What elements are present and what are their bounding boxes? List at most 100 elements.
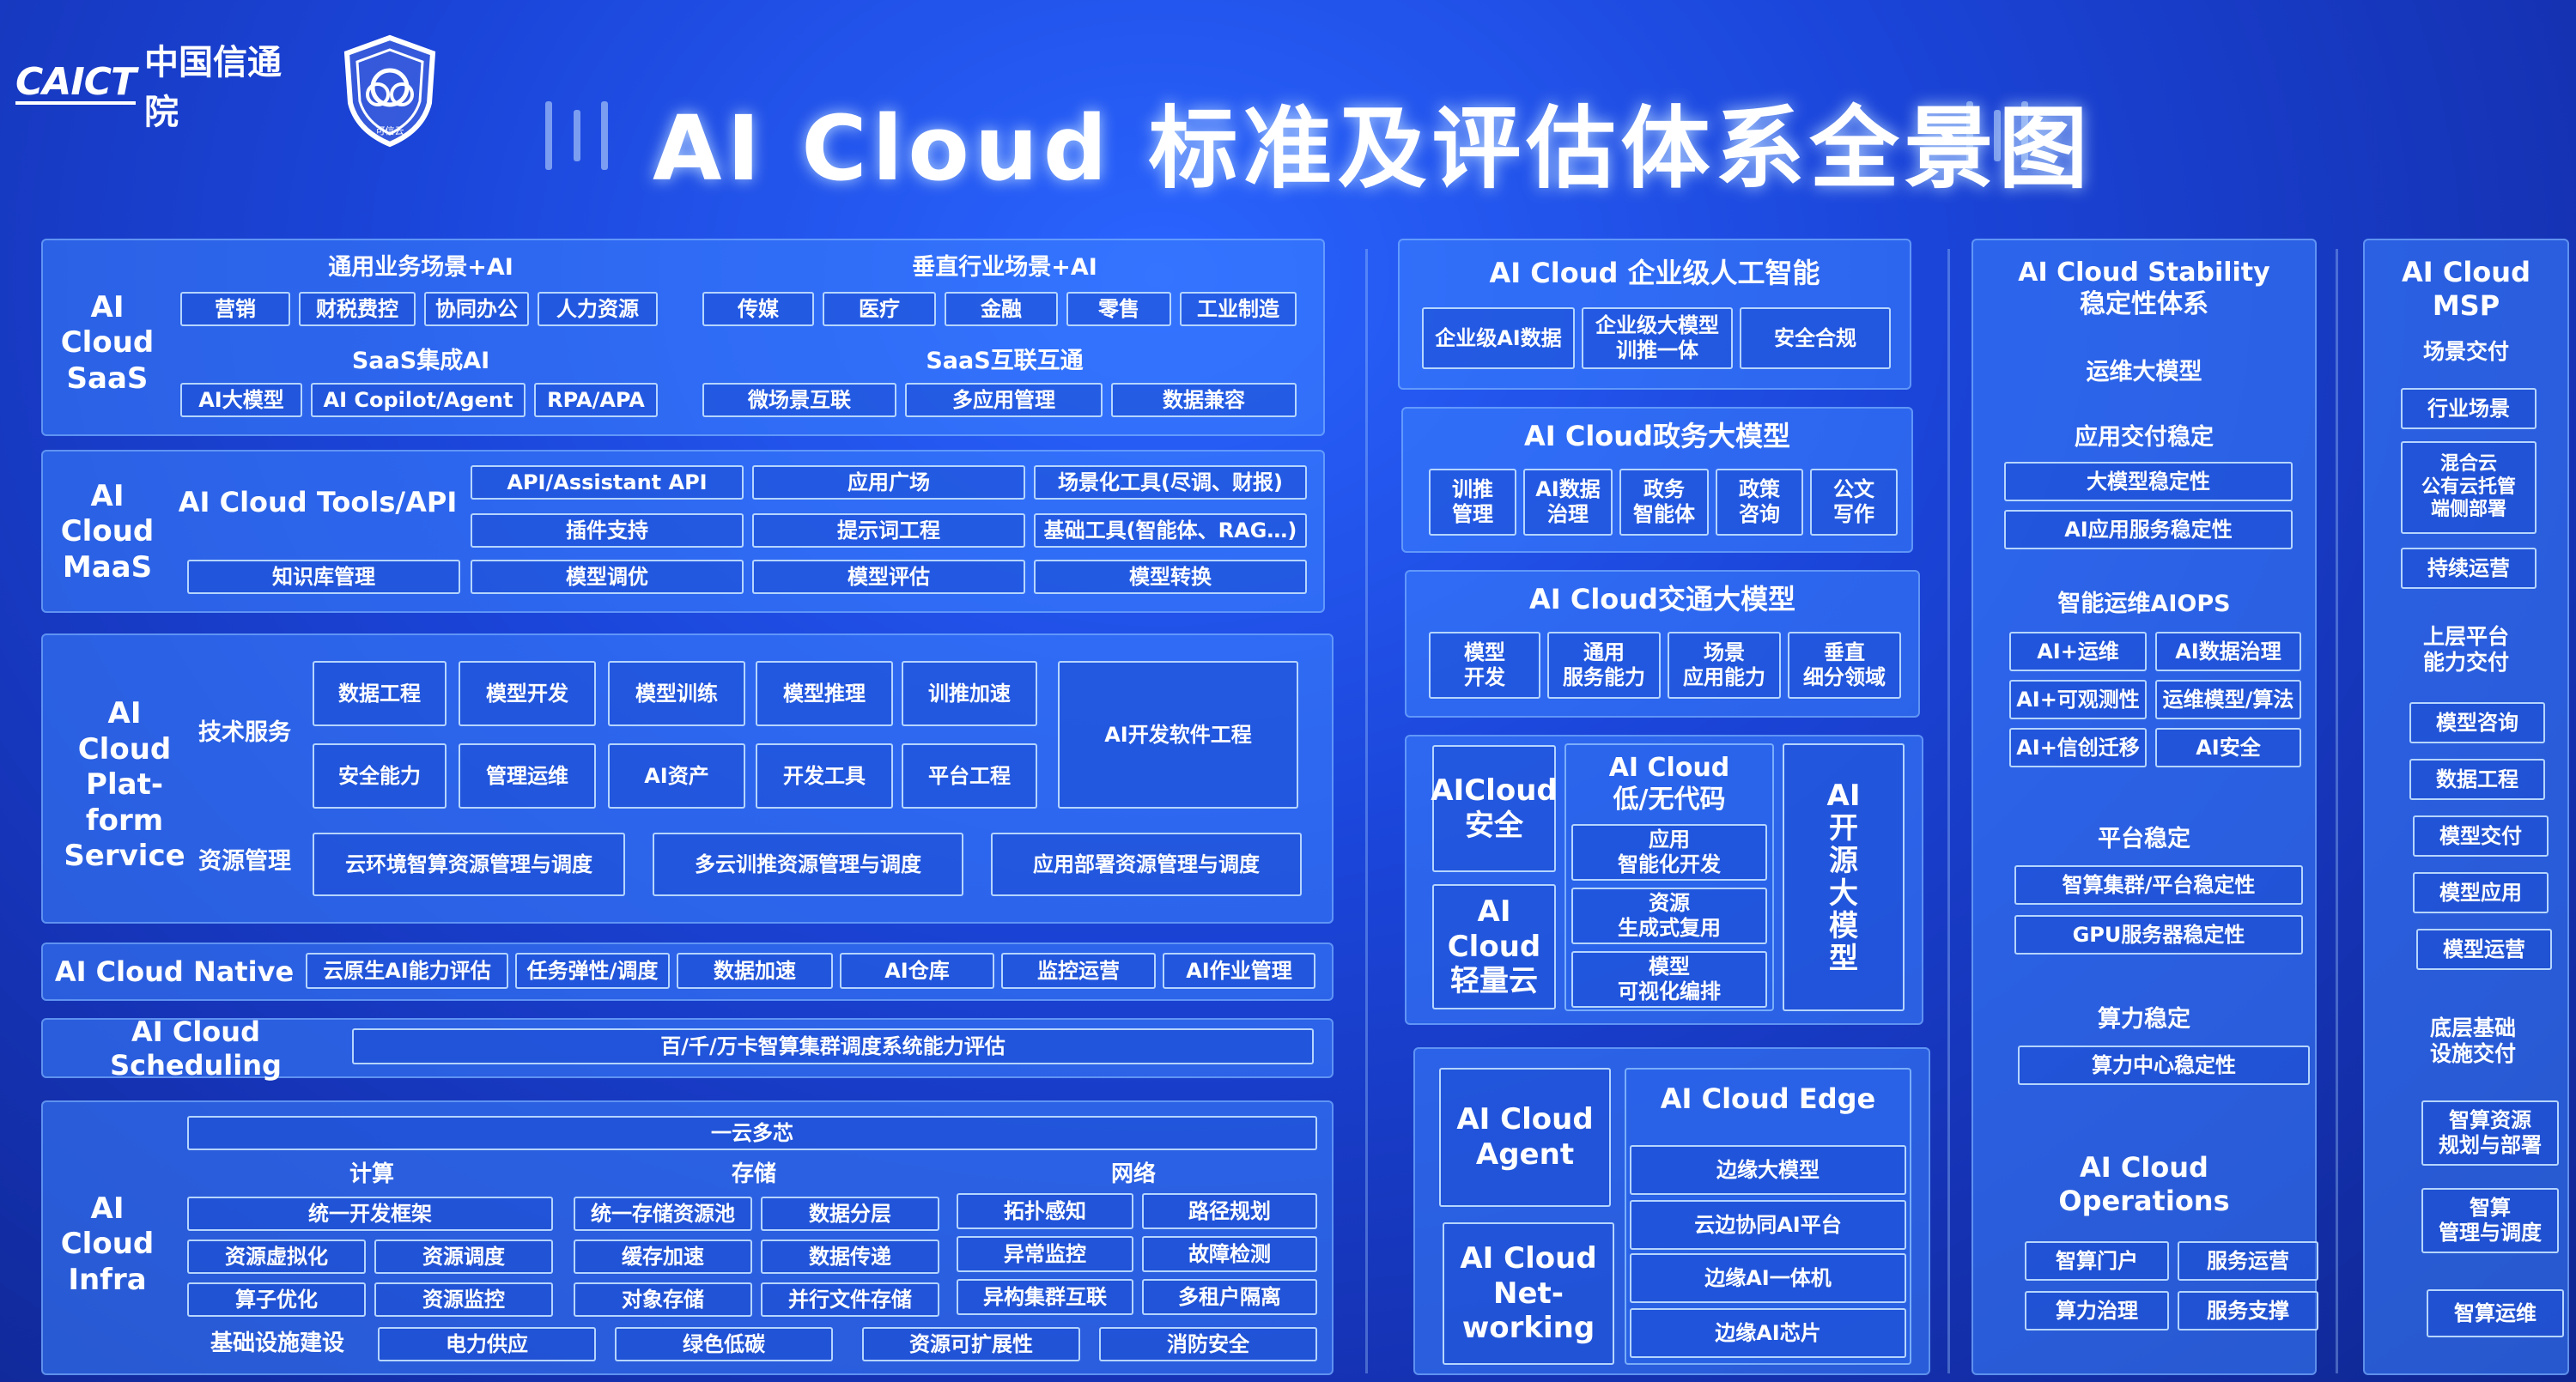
ai-dev-software-engineering[interactable]: AI开发软件工程 [1058, 661, 1298, 809]
infra-base-item[interactable]: 绿色低碳 [615, 1327, 833, 1361]
native-item[interactable]: AI仓库 [840, 953, 994, 989]
saas-item[interactable]: 多应用管理 [905, 383, 1103, 417]
operations-item[interactable]: 智算门户 [2025, 1241, 2169, 1281]
enterprise-item[interactable]: 企业级大模型 训推一体 [1582, 307, 1733, 369]
gov-item[interactable]: 公文 写作 [1810, 469, 1898, 536]
infra-compute-item[interactable]: 资源虚拟化 [187, 1240, 366, 1274]
saas-item[interactable]: 营销 [180, 292, 290, 326]
maas-item[interactable]: 模型转换 [1034, 560, 1307, 594]
one-cloud-multi-core[interactable]: 一云多芯 [187, 1116, 1317, 1150]
edge-item[interactable]: 云边协同AI平台 [1630, 1200, 1906, 1250]
platform-item[interactable]: 管理运维 [459, 743, 596, 809]
maas-item[interactable]: 模型调优 [471, 560, 744, 594]
maas-item[interactable]: API/Assistant API [471, 465, 744, 500]
infra-base-item[interactable]: 资源可扩展性 [862, 1327, 1080, 1361]
native-item[interactable]: 任务弹性/调度 [515, 953, 670, 989]
gov-item[interactable]: 政务 智能体 [1619, 469, 1709, 536]
lowcode-item[interactable]: 应用 智能化开发 [1571, 824, 1767, 881]
stability-item[interactable]: 大模型稳定性 [2004, 462, 2293, 501]
aicloud-lightweight[interactable]: AI Cloud 轻量云 [1432, 884, 1556, 1009]
platform-item[interactable]: 开发工具 [756, 743, 893, 809]
saas-item[interactable]: 人力资源 [538, 292, 658, 326]
infra-storage-item[interactable]: 数据传递 [761, 1240, 939, 1274]
maas-item[interactable]: 提示词工程 [752, 513, 1025, 548]
saas-item[interactable]: 零售 [1066, 292, 1171, 326]
stability-item[interactable]: AI+运维 [2009, 632, 2147, 671]
infra-storage-item[interactable]: 统一存储资源池 [574, 1197, 752, 1231]
platform-item[interactable]: 数据工程 [313, 661, 447, 726]
msp-item[interactable]: 智算资源 规划与部署 [2421, 1100, 2559, 1166]
msp-item[interactable]: 智算运维 [2427, 1289, 2564, 1337]
infra-storage-item[interactable]: 对象存储 [574, 1282, 752, 1317]
infra-base-item[interactable]: 电力供应 [378, 1327, 596, 1361]
platform-item[interactable]: 训推加速 [902, 661, 1037, 726]
maas-item[interactable]: 模型评估 [752, 560, 1025, 594]
stability-item[interactable]: AI安全 [2155, 728, 2301, 767]
platform-item[interactable]: 模型训练 [608, 661, 745, 726]
infra-network-item[interactable]: 路径规划 [1142, 1193, 1317, 1229]
maas-item[interactable]: 基础工具(智能体、RAG…) [1034, 513, 1307, 548]
infra-network-item[interactable]: 异常监控 [957, 1236, 1133, 1272]
saas-item[interactable]: 传媒 [702, 292, 814, 326]
native-item[interactable]: 云原生AI能力评估 [306, 953, 508, 989]
saas-item[interactable]: 协同办公 [424, 292, 529, 326]
edge-item[interactable]: 边缘AI芯片 [1630, 1308, 1906, 1358]
platform-item[interactable]: 模型推理 [756, 661, 893, 726]
saas-item[interactable]: 金融 [945, 292, 1058, 326]
msp-item[interactable]: 混合云 公有云托管 端侧部署 [2401, 441, 2537, 534]
operations-item[interactable]: 服务支撑 [2178, 1291, 2318, 1330]
infra-network-item[interactable]: 多租户隔离 [1142, 1279, 1317, 1315]
msp-item[interactable]: 持续运营 [2401, 548, 2537, 589]
saas-item[interactable]: 数据兼容 [1111, 383, 1297, 417]
stability-item[interactable]: AI+可观测性 [2009, 680, 2147, 719]
infra-compute-item[interactable]: 资源调度 [374, 1240, 553, 1274]
edge-item[interactable]: 边缘AI一体机 [1630, 1253, 1906, 1303]
infra-compute-item[interactable]: 资源监控 [374, 1282, 553, 1317]
msp-item[interactable]: 数据工程 [2409, 759, 2545, 800]
platform-item[interactable]: 模型开发 [459, 661, 596, 726]
saas-item[interactable]: AI Copilot/Agent [311, 383, 526, 417]
traffic-item[interactable]: 场景 应用能力 [1668, 632, 1781, 699]
traffic-item[interactable]: 通用 服务能力 [1547, 632, 1661, 699]
saas-item[interactable]: 财税费控 [299, 292, 416, 326]
operations-item[interactable]: 算力治理 [2025, 1291, 2169, 1330]
saas-item[interactable]: 医疗 [823, 292, 936, 326]
maas-item[interactable]: 应用广场 [752, 465, 1025, 500]
platform-item[interactable]: 安全能力 [313, 743, 447, 809]
platform-resource-item[interactable]: 云环境智算资源管理与调度 [313, 833, 625, 896]
operations-item[interactable]: 服务运营 [2178, 1241, 2318, 1281]
enterprise-item[interactable]: 企业级AI数据 [1422, 307, 1575, 369]
platform-resource-item[interactable]: 多云训推资源管理与调度 [653, 833, 963, 896]
stability-item[interactable]: AI+信创迁移 [2009, 728, 2147, 767]
saas-item[interactable]: RPA/APA [534, 383, 658, 417]
lowcode-item[interactable]: 模型 可视化编排 [1571, 951, 1767, 1008]
scheduling-item[interactable]: 百/千/万卡智算集群调度系统能力评估 [352, 1028, 1314, 1064]
gov-item[interactable]: 训推 管理 [1429, 469, 1516, 536]
lowcode-item[interactable]: 资源 生成式复用 [1571, 888, 1767, 944]
msp-item[interactable]: 模型咨询 [2409, 702, 2545, 743]
saas-item[interactable]: AI大模型 [180, 383, 302, 417]
aicloud-security[interactable]: AICloud 安全 [1431, 745, 1558, 872]
gov-item[interactable]: AI数据 治理 [1523, 469, 1613, 536]
stability-item[interactable]: 算力中心稳定性 [2018, 1046, 2310, 1085]
enterprise-item[interactable]: 安全合规 [1740, 307, 1891, 369]
stability-item[interactable]: AI数据治理 [2155, 632, 2301, 671]
ai-cloud-agent[interactable]: AI Cloud Agent [1439, 1068, 1611, 1207]
maas-item[interactable]: 场景化工具(尽调、财报) [1034, 465, 1307, 500]
infra-compute-item[interactable]: 算子优化 [187, 1282, 366, 1317]
native-item[interactable]: 监控运营 [1001, 953, 1156, 989]
msp-item[interactable]: 智算 管理与调度 [2421, 1188, 2559, 1253]
msp-item[interactable]: 模型运营 [2416, 929, 2552, 970]
msp-item[interactable]: 模型交付 [2413, 815, 2549, 857]
gov-item[interactable]: 政策 咨询 [1716, 469, 1803, 536]
stability-item[interactable]: 运维模型/算法 [2155, 680, 2301, 719]
ai-opensource-model[interactable]: AI 开 源 大 模 型 [1783, 743, 1905, 1011]
infra-storage-item[interactable]: 数据分层 [761, 1197, 939, 1231]
infra-compute-item[interactable]: 统一开发框架 [187, 1197, 553, 1231]
native-item[interactable]: AI作业管理 [1163, 953, 1315, 989]
maas-item[interactable]: 知识库管理 [187, 560, 460, 594]
infra-network-item[interactable]: 故障检测 [1142, 1236, 1317, 1272]
msp-item[interactable]: 模型应用 [2413, 872, 2549, 913]
stability-item[interactable]: GPU服务器稳定性 [2014, 915, 2303, 955]
maas-item[interactable]: 插件支持 [471, 513, 744, 548]
